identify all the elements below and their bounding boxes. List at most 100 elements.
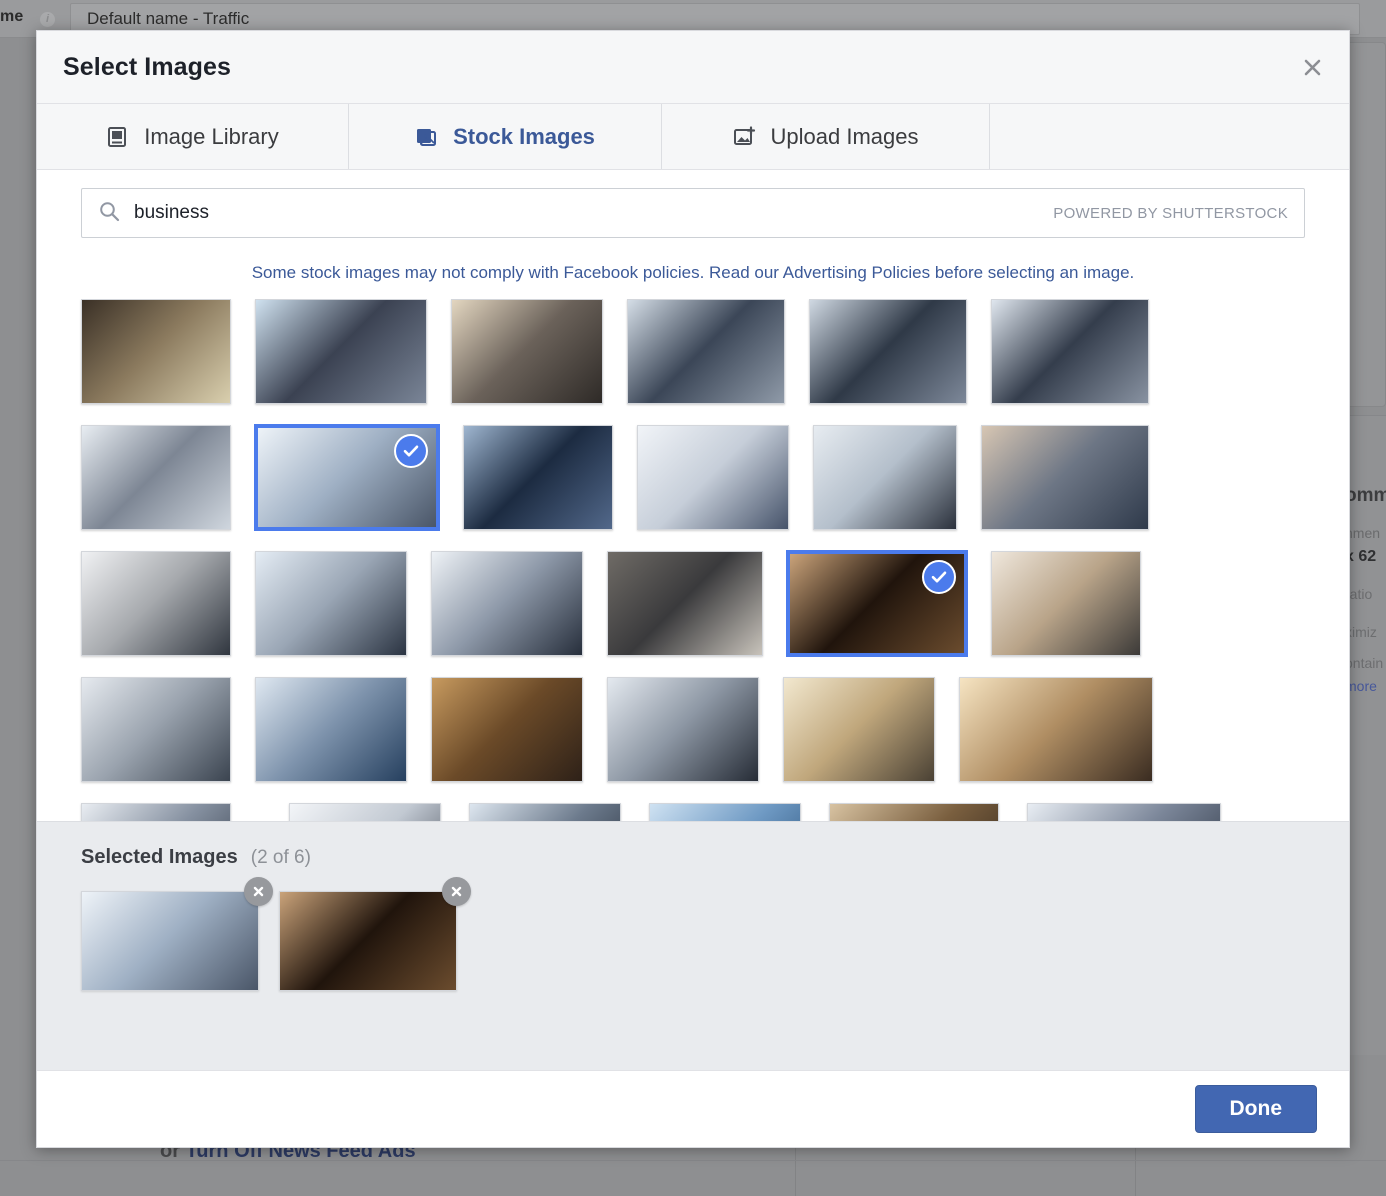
stock-image-grid: [37, 299, 1349, 821]
stock-image-27[interactable]: [469, 803, 621, 821]
background-right-line-6: ontain: [1345, 655, 1384, 671]
stock-image-grid-row: [81, 551, 1305, 656]
stock-image-grid-row: [81, 299, 1305, 404]
stock-image-11[interactable]: [813, 425, 957, 530]
background-name-label: me: [0, 8, 24, 25]
stock-image-8-cell: [255, 425, 439, 530]
tab-image-library[interactable]: Image Library: [37, 104, 349, 169]
stock-image-7[interactable]: [81, 425, 231, 530]
selected-images-header: Selected Images (2 of 6): [81, 846, 1305, 869]
tab-image-library-label: Image Library: [144, 123, 279, 149]
page-title: Select Images: [63, 52, 232, 81]
stock-image-3-cell: [451, 299, 603, 404]
stock-image-10[interactable]: [637, 425, 789, 530]
stock-image-18[interactable]: [991, 551, 1141, 656]
check-icon: [394, 434, 428, 468]
check-icon: [922, 560, 956, 594]
stock-image-27-cell: [469, 803, 621, 821]
stock-image-25[interactable]: [81, 803, 231, 821]
stock-image-20-cell: [255, 677, 407, 782]
selected-images-title: Selected Images: [81, 846, 238, 868]
stock-image-grid-scroll[interactable]: [37, 299, 1349, 821]
stock-image-17-cell: [787, 551, 967, 656]
background-right-line-5: ximiz: [1345, 624, 1377, 640]
stock-image-12[interactable]: [981, 425, 1149, 530]
stock-image-24-cell: [959, 677, 1153, 782]
stock-image-7-cell: [81, 425, 231, 530]
search-row: POWERED BY SHUTTERSTOCK: [37, 170, 1349, 258]
stock-image-8[interactable]: [255, 425, 439, 530]
remove-icon[interactable]: [442, 877, 471, 906]
stock-image-2-cell: [255, 299, 427, 404]
stock-image-10-cell: [637, 425, 789, 530]
selected-thumb-silhouettes-window-item: [279, 877, 471, 991]
stock-image-13[interactable]: [81, 551, 231, 656]
tab-empty-area: [990, 104, 1349, 169]
info-icon: i: [40, 12, 55, 27]
stock-image-3[interactable]: [451, 299, 603, 404]
modal-tabs: Image Library Stock Images Upload Images: [37, 104, 1349, 170]
stock-image-12-cell: [981, 425, 1149, 530]
stock-image-19[interactable]: [81, 677, 231, 782]
stock-image-28[interactable]: [649, 803, 801, 821]
stock-image-6-cell: [991, 299, 1149, 404]
stock-image-29[interactable]: [829, 803, 999, 821]
stock-image-1[interactable]: [81, 299, 231, 404]
tab-upload-images[interactable]: Upload Images: [662, 104, 990, 169]
done-button[interactable]: Done: [1194, 1085, 1317, 1133]
stock-image-22-cell: [607, 677, 759, 782]
stock-image-16[interactable]: [607, 551, 763, 656]
search-input[interactable]: [132, 201, 1054, 225]
stock-image-26[interactable]: [289, 803, 441, 821]
selected-images-list: [81, 877, 1305, 991]
stock-image-18-cell: [991, 551, 1141, 656]
stock-image-21[interactable]: [431, 677, 583, 782]
stock-image-13-cell: [81, 551, 231, 656]
background-right-line-4: ratio: [1345, 586, 1373, 602]
selected-thumb-silhouettes-window[interactable]: [279, 891, 457, 991]
selected-thumb-meeting-room[interactable]: [81, 891, 259, 991]
stock-image-9[interactable]: [463, 425, 613, 530]
stock-image-28-cell: [649, 803, 801, 821]
stock-image-1-cell: [81, 299, 231, 404]
stock-image-30[interactable]: [1027, 803, 1221, 821]
stock-images-icon: [415, 125, 439, 149]
modal-footer: Done: [37, 1070, 1349, 1147]
stock-image-16-cell: [607, 551, 763, 656]
stock-image-grid-row: [81, 803, 1305, 821]
stock-image-17[interactable]: [787, 551, 967, 656]
remove-icon[interactable]: [244, 877, 273, 906]
powered-by-label: POWERED BY SHUTTERSTOCK: [1053, 204, 1288, 222]
stock-image-11-cell: [813, 425, 957, 530]
background-right-heading: omm: [1345, 485, 1386, 506]
stock-image-24[interactable]: [959, 677, 1153, 782]
policy-note: Some stock images may not comply with Fa…: [37, 258, 1349, 299]
stock-image-15[interactable]: [431, 551, 583, 656]
stock-image-29-cell: [829, 803, 999, 821]
stock-image-30-cell: [1027, 803, 1221, 821]
stock-image-20[interactable]: [255, 677, 407, 782]
stock-image-6[interactable]: [991, 299, 1149, 404]
stock-image-5-cell: [809, 299, 967, 404]
stock-image-22[interactable]: [607, 677, 759, 782]
stock-image-5[interactable]: [809, 299, 967, 404]
stock-image-grid-row: [81, 677, 1305, 782]
upload-images-icon: [733, 125, 757, 149]
campaign-name-value: Default name - Traffic: [87, 9, 250, 28]
stock-image-4-cell: [627, 299, 785, 404]
tab-stock-images[interactable]: Stock Images: [349, 104, 662, 169]
tab-stock-images-label: Stock Images: [453, 123, 595, 149]
background-right-line-2: nmen: [1345, 525, 1381, 541]
close-icon[interactable]: [1295, 50, 1329, 84]
stock-image-2[interactable]: [255, 299, 427, 404]
tab-upload-images-label: Upload Images: [770, 123, 919, 149]
selected-images-count: (2 of 6): [250, 847, 311, 868]
search-icon: [98, 200, 120, 227]
stock-image-14[interactable]: [255, 551, 407, 656]
stock-image-23[interactable]: [783, 677, 935, 782]
stock-image-4[interactable]: [627, 299, 785, 404]
background-right-more-link[interactable]: more: [1345, 678, 1386, 694]
modal-header: Select Images: [37, 31, 1349, 104]
stock-image-grid-row: [81, 425, 1305, 530]
search-box[interactable]: POWERED BY SHUTTERSTOCK: [81, 188, 1305, 238]
